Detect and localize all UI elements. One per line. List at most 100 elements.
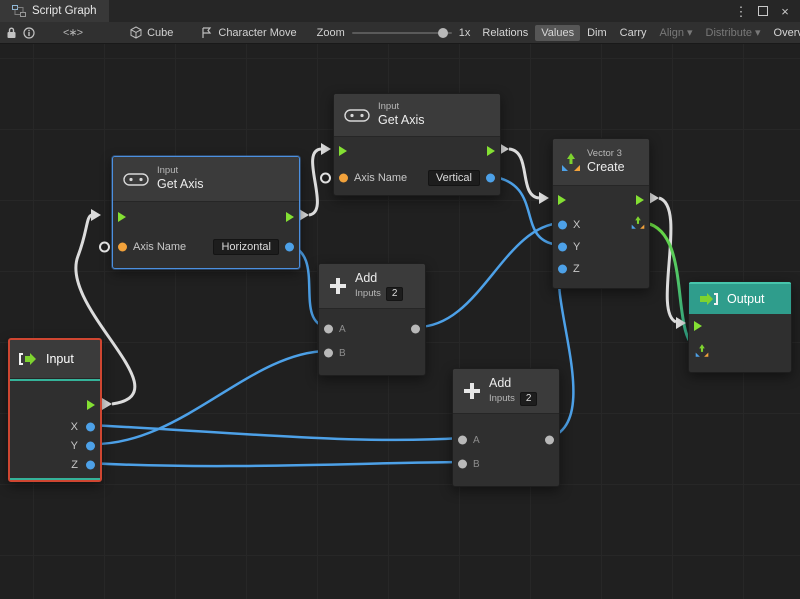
node-get-axis-horizontal[interactable]: Input Get Axis Axis Name Horizontal bbox=[112, 156, 300, 269]
axis-name-field[interactable]: Horizontal bbox=[213, 239, 279, 255]
sum-out-port[interactable] bbox=[545, 436, 554, 445]
z-out-port[interactable] bbox=[86, 460, 95, 469]
node-kind: Vector 3 bbox=[587, 148, 625, 160]
node-vector3-create[interactable]: Vector 3 Create X Y Z bbox=[552, 138, 650, 289]
node-title: Output bbox=[727, 292, 765, 306]
toolbar-right-group: Relations Values Dim Carry Align ▾ Distr… bbox=[476, 24, 800, 41]
node-title: Get Axis bbox=[378, 113, 425, 129]
values-button[interactable]: Values bbox=[535, 25, 580, 41]
node-title: Create bbox=[587, 160, 625, 176]
align-label: Align bbox=[660, 27, 684, 39]
inputs-count-field[interactable]: 2 bbox=[520, 392, 538, 407]
relations-button[interactable]: Relations bbox=[476, 25, 534, 41]
flow-out-port[interactable] bbox=[87, 400, 95, 410]
vector3-icon bbox=[561, 152, 581, 172]
node-header[interactable]: Input Get Axis bbox=[113, 157, 299, 202]
zoom-slider[interactable] bbox=[352, 32, 452, 34]
graph-breadcrumb-character-move[interactable]: Character Move bbox=[201, 27, 296, 39]
flow-row bbox=[113, 202, 299, 232]
x-out-port[interactable] bbox=[86, 422, 95, 431]
port-row-a: A bbox=[453, 428, 559, 452]
chevron-down-icon: ▾ bbox=[687, 26, 693, 39]
lock-icon[interactable] bbox=[6, 24, 17, 42]
dim-button[interactable]: Dim bbox=[581, 25, 613, 41]
flow-out-port[interactable] bbox=[487, 146, 495, 156]
node-add-2[interactable]: Add Inputs 2 A B bbox=[452, 368, 560, 487]
node-header[interactable]: Add Inputs 2 bbox=[319, 264, 425, 309]
flow-in-port[interactable] bbox=[339, 146, 347, 156]
inputs-count-field[interactable]: 2 bbox=[386, 287, 404, 302]
axis-name-port[interactable] bbox=[339, 174, 348, 183]
sum-out-port[interactable] bbox=[411, 325, 420, 334]
plus-icon bbox=[329, 277, 347, 295]
b-in-port[interactable] bbox=[458, 460, 467, 469]
unconnected-port-ring[interactable] bbox=[99, 242, 110, 253]
node-add-1[interactable]: Add Inputs 2 A B bbox=[318, 263, 426, 376]
node-header[interactable]: Input bbox=[10, 340, 100, 379]
node-title: Add bbox=[355, 271, 403, 287]
overview-button[interactable]: Overv bbox=[768, 25, 800, 41]
tab-script-graph[interactable]: Script Graph bbox=[0, 0, 109, 22]
input-icon bbox=[18, 352, 38, 366]
a-in-port[interactable] bbox=[324, 325, 333, 334]
code-view-icon[interactable]: <∗> bbox=[63, 26, 82, 39]
node-header[interactable]: Output bbox=[689, 282, 791, 314]
flow-in-port[interactable] bbox=[694, 321, 702, 331]
y-out-port[interactable] bbox=[86, 441, 95, 450]
value-in-port[interactable] bbox=[695, 344, 709, 363]
node-header[interactable]: Add Inputs 2 bbox=[453, 369, 559, 414]
flow-out-port[interactable] bbox=[636, 195, 644, 205]
menu-icon[interactable]: ⋮ bbox=[732, 2, 750, 20]
node-kind: Input bbox=[157, 165, 204, 177]
port-row-y: Y bbox=[10, 436, 100, 455]
flow-in-port[interactable] bbox=[118, 212, 126, 222]
graph-toolbar: <∗> Cube Character Move Zoom 1x Relation… bbox=[0, 22, 800, 44]
axis-name-row: Axis Name Horizontal bbox=[113, 232, 299, 262]
z-in-port[interactable] bbox=[558, 265, 567, 274]
node-header[interactable]: Vector 3 Create bbox=[553, 139, 649, 186]
axis-name-field[interactable]: Vertical bbox=[428, 170, 480, 186]
port-row-x: X bbox=[553, 214, 649, 236]
zoom-value: 1x bbox=[459, 27, 471, 39]
port-row-a: A bbox=[319, 317, 425, 341]
cube-label: Cube bbox=[147, 27, 173, 39]
teal-divider bbox=[10, 478, 100, 480]
y-in-port[interactable] bbox=[558, 243, 567, 252]
a-label: A bbox=[473, 435, 480, 446]
x-in-port[interactable] bbox=[558, 221, 567, 230]
graph-breadcrumb-cube[interactable]: Cube bbox=[130, 26, 173, 39]
zoom-label: Zoom bbox=[317, 27, 345, 39]
node-input[interactable]: Input X Y Z bbox=[8, 338, 102, 482]
value-out-port[interactable] bbox=[285, 243, 294, 252]
value-out-port[interactable] bbox=[486, 174, 495, 183]
axis-name-port[interactable] bbox=[118, 243, 127, 252]
node-get-axis-vertical[interactable]: Input Get Axis Axis Name Vertical bbox=[333, 93, 501, 196]
info-icon[interactable] bbox=[23, 24, 35, 42]
axis-name-label: Axis Name bbox=[354, 172, 407, 184]
distribute-dropdown[interactable]: Distribute ▾ bbox=[700, 24, 767, 41]
y-label: Y bbox=[71, 440, 78, 452]
maximize-icon[interactable] bbox=[754, 2, 772, 20]
plus-icon bbox=[463, 382, 481, 400]
a-in-port[interactable] bbox=[458, 436, 467, 445]
flow-in-port[interactable] bbox=[558, 195, 566, 205]
zoom-slider-knob[interactable] bbox=[438, 28, 448, 38]
vector-out-port[interactable] bbox=[631, 216, 645, 235]
node-header[interactable]: Input Get Axis bbox=[334, 94, 500, 137]
b-in-port[interactable] bbox=[324, 349, 333, 358]
vector3-port-icon bbox=[631, 216, 645, 230]
carry-button[interactable]: Carry bbox=[614, 25, 653, 41]
close-icon[interactable]: × bbox=[776, 2, 794, 20]
unconnected-port-ring[interactable] bbox=[320, 173, 331, 184]
character-move-icon bbox=[201, 27, 213, 39]
port-row-x: X bbox=[10, 417, 100, 436]
character-move-label: Character Move bbox=[218, 27, 296, 39]
align-dropdown[interactable]: Align ▾ bbox=[654, 24, 699, 41]
gamepad-icon bbox=[344, 108, 370, 123]
flow-out-port[interactable] bbox=[286, 212, 294, 222]
port-row-b: B bbox=[453, 452, 559, 476]
distribute-label: Distribute bbox=[706, 27, 752, 39]
value-row bbox=[689, 338, 791, 368]
node-output[interactable]: Output bbox=[688, 281, 792, 373]
script-graph-icon bbox=[12, 5, 26, 17]
